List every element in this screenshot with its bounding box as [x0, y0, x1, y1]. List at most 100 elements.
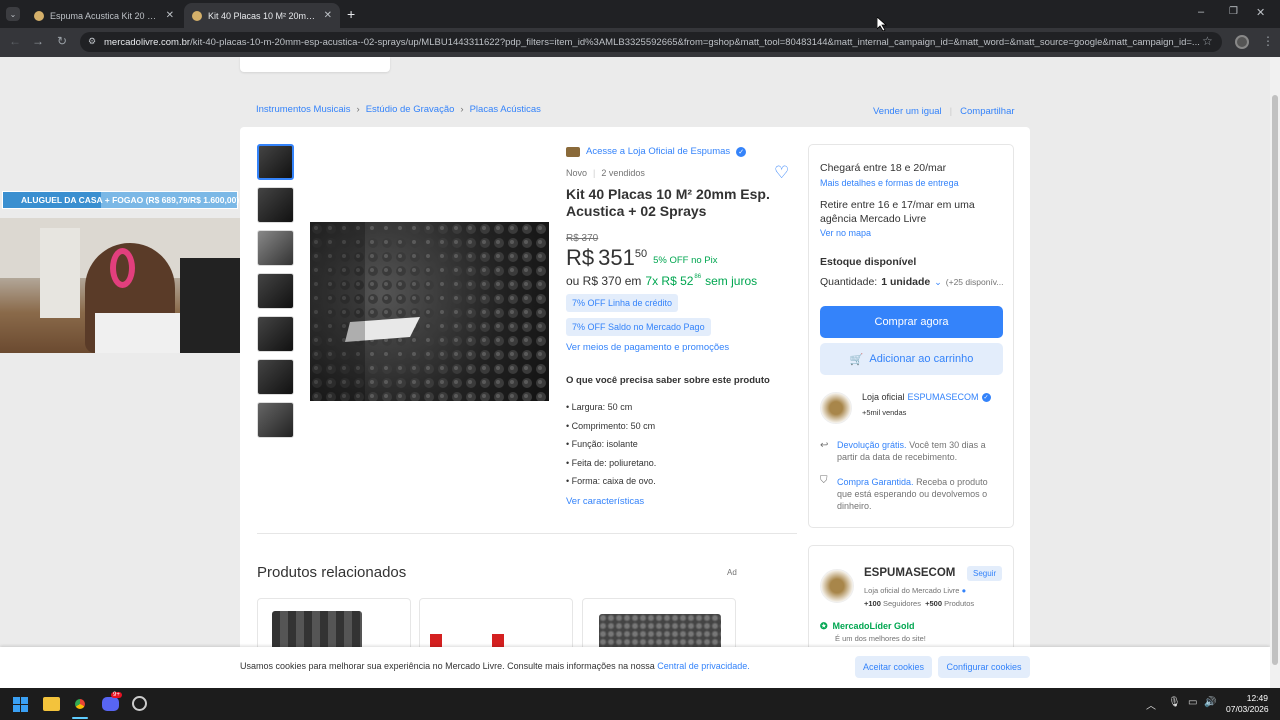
tab-espuma-20[interactable]: Espuma Acustica Kit 20 Placas ✕: [26, 3, 182, 28]
new-tab-icon[interactable]: +: [347, 6, 355, 22]
tab-favicon-icon: [192, 10, 202, 21]
file-explorer-icon[interactable]: [43, 697, 60, 711]
see-features-link[interactable]: Ver características: [566, 496, 644, 507]
taskbar: 9+ ︿ 🎙 ▭ 🔊 12:49 07/03/2026: [0, 688, 1280, 720]
installment-suffix: sem juros: [705, 274, 758, 288]
menu-icon[interactable]: ⋮: [1262, 34, 1274, 48]
installments-row: ou R$ 370 em 7x R$ 52 86 sem juros: [566, 274, 757, 288]
divider: [257, 533, 797, 534]
store-row: Acesse a Loja Oficial de Espumas ✓: [566, 146, 747, 157]
seller-card-subtitle: Loja oficial do Mercado Livre ●: [864, 586, 967, 595]
obs-icon[interactable]: [132, 696, 147, 711]
chrome-icon[interactable]: [72, 696, 88, 712]
seller-row: Loja oficial ESPUMASECOM ✓: [862, 392, 991, 402]
discord-badge: 9+: [111, 692, 122, 698]
discord-icon[interactable]: [102, 697, 119, 711]
windows-start-icon[interactable]: [13, 697, 28, 712]
quantity-selector[interactable]: Quantidade: 1 unidade ⌄ (+25 disponív...: [820, 276, 1004, 288]
thumbnail-4[interactable]: [257, 273, 294, 309]
minimize-icon[interactable]: –: [1198, 6, 1204, 18]
url-domain: mercadolivre.com.br: [104, 36, 191, 48]
feature-item: • Feita de: poliuretano.: [566, 457, 657, 468]
active-app-indicator: [72, 717, 88, 719]
foam-texture: [310, 222, 549, 401]
related-products-title: Produtos relacionados: [257, 564, 407, 581]
accept-cookies-button[interactable]: Aceitar cookies: [855, 656, 932, 678]
window-close-icon[interactable]: ✕: [1256, 6, 1265, 19]
verified-icon: ✓: [981, 392, 991, 402]
seller-name-link[interactable]: ESPUMASECOM: [908, 392, 979, 402]
features-list: • Largura: 50 cm • Comprimento: 50 cm • …: [566, 398, 656, 491]
see-map-link[interactable]: Ver no mapa: [820, 228, 871, 238]
breadcrumb-item[interactable]: Estúdio de Gravação: [366, 104, 455, 115]
breadcrumb-item[interactable]: Instrumentos Musicais: [256, 104, 351, 115]
ad-label: Ad: [727, 568, 737, 577]
webcam-shirt: [95, 313, 185, 353]
thumbnail-3[interactable]: [257, 230, 294, 266]
volume-icon[interactable]: 🔊: [1204, 697, 1216, 708]
privacy-center-link[interactable]: Central de privacidade.: [657, 661, 750, 671]
clock[interactable]: 12:49 07/03/2026: [1226, 693, 1269, 715]
tab-title: Kit 40 Placas 10 M² 20mm Esp.: [208, 10, 318, 21]
thumbnail-6[interactable]: [257, 359, 294, 395]
feature-item: • Forma: caixa de ovo.: [566, 476, 656, 487]
back-icon[interactable]: ←: [9, 34, 21, 48]
old-price: R$ 370: [566, 233, 599, 244]
return-icon: ↩: [820, 440, 829, 451]
forward-icon[interactable]: →: [32, 34, 44, 48]
tab-kit-40[interactable]: Kit 40 Placas 10 M² 20mm Esp. ✕: [184, 3, 340, 28]
sold-count: 2 vendidos: [601, 168, 645, 178]
seller-card-stats: +100 Seguidores +500 Produtos: [864, 599, 975, 608]
share-link[interactable]: Compartilhar: [960, 106, 1014, 117]
favorite-heart-icon[interactable]: ♡: [774, 163, 789, 183]
reload-icon[interactable]: ↻: [57, 34, 67, 48]
tray-chevron-up-icon[interactable]: ︿: [1146, 697, 1156, 712]
breadcrumb: Instrumentos Musicais › Estúdio de Grava…: [256, 104, 541, 115]
maximize-icon[interactable]: ❐: [1229, 6, 1238, 17]
thumbnail-5[interactable]: [257, 316, 294, 352]
condition-label: Novo: [566, 168, 588, 178]
seller-card-name: ESPUMASECOM: [864, 567, 956, 579]
webcam-headset: [110, 248, 135, 288]
tab-search-icon[interactable]: ⌄: [6, 7, 20, 21]
webcam-fridge: [40, 228, 80, 318]
store-link[interactable]: Acesse a Loja Oficial de Espumas: [586, 146, 730, 157]
feature-item: • Função: isolante: [566, 439, 638, 450]
tab-close-icon[interactable]: ✕: [318, 10, 332, 21]
features-title: O que você precisa saber sobre este prod…: [566, 375, 770, 386]
scrollbar-thumb[interactable]: [1272, 95, 1278, 665]
tab-close-icon[interactable]: ✕: [160, 10, 174, 21]
bookmark-star-icon[interactable]: ☆: [1202, 34, 1213, 48]
buy-box: Chegará entre 18 e 20/mar Mais detalhes …: [808, 144, 1014, 528]
seller-prefix: Loja oficial: [862, 392, 905, 402]
add-to-cart-button[interactable]: 🛒 Adicionar ao carrinho: [820, 343, 1003, 375]
payment-methods-link[interactable]: Ver meios de pagamento e promoções: [566, 342, 729, 353]
seller-card: ESPUMASECOM Seguir Loja oficial do Merca…: [808, 545, 1014, 655]
microphone-icon[interactable]: 🎙: [1168, 697, 1181, 708]
pickup-info: Retire entre 16 e 17/mar em uma agência …: [820, 199, 975, 225]
return-link[interactable]: Devolução grátis.: [837, 440, 907, 450]
follow-button[interactable]: Seguir: [967, 566, 1003, 581]
mouse-cursor-icon: [877, 17, 887, 31]
buy-now-button[interactable]: Comprar agora: [820, 306, 1003, 338]
thumbnail-7[interactable]: [257, 402, 294, 438]
add-to-cart-label: Adicionar ao carrinho: [869, 353, 974, 365]
product-main-image[interactable]: [310, 222, 549, 401]
address-bar[interactable]: ⚙ mercadolivre.com.br/kit-40-placas-10-m…: [80, 32, 1222, 52]
breadcrumb-item[interactable]: Placas Acústicas: [470, 104, 541, 115]
thumbnail-1[interactable]: [257, 144, 294, 180]
sell-similar-link[interactable]: Vender um igual: [873, 106, 942, 117]
configure-cookies-button[interactable]: Configurar cookies: [938, 656, 1030, 678]
profile-avatar[interactable]: [1235, 35, 1249, 49]
price-cents: 50: [634, 248, 648, 260]
price-currency: R$: [566, 245, 595, 270]
quantity-label: Quantidade:: [820, 276, 878, 288]
verified-icon: ●: [961, 586, 967, 595]
site-info-icon[interactable]: ⚙: [88, 36, 96, 47]
delivery-details-link[interactable]: Mais detalhes e formas de entrega: [820, 178, 959, 188]
clock-date: 07/03/2026: [1226, 704, 1269, 714]
installment-prefix: ou R$ 370 em: [566, 274, 642, 288]
guarantee-link[interactable]: Compra Garantida.: [837, 477, 914, 487]
thumbnail-2[interactable]: [257, 187, 294, 223]
network-icon[interactable]: ▭: [1188, 697, 1197, 708]
